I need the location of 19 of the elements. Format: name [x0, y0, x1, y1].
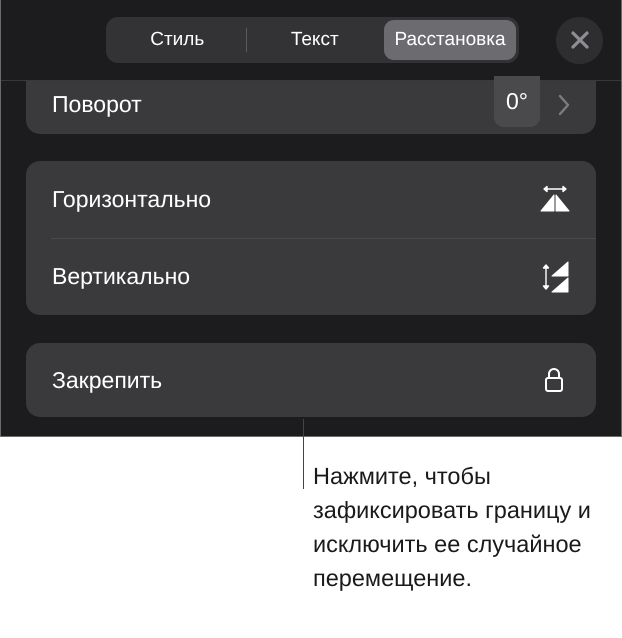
- flip-label: Вертикально: [52, 263, 192, 290]
- rotation-value: 0°: [494, 76, 540, 127]
- leader-line: [303, 419, 304, 489]
- flip-row[interactable]: Горизонтально: [26, 161, 596, 238]
- tab[interactable]: Расстановка: [384, 20, 516, 60]
- lock-icon: [544, 367, 564, 393]
- chevron-icon: [558, 94, 570, 116]
- close-icon: [570, 30, 590, 50]
- flip-vertical-icon: [542, 260, 570, 293]
- callout-text: Нажмите, чтобы зафиксировать границу и исключить ее случайное перемещение.: [313, 462, 592, 593]
- close-button[interactable]: [556, 16, 603, 64]
- tab[interactable]: Стиль: [109, 20, 246, 60]
- flip-horizontal-icon: [540, 185, 570, 214]
- flip-label: Горизонтально: [52, 186, 212, 213]
- rotation-label: Поворот: [52, 91, 143, 118]
- lock-label: Закрепить: [52, 366, 164, 394]
- flip-row[interactable]: Вертикально: [26, 238, 596, 315]
- tab[interactable]: Текст: [246, 20, 383, 60]
- lock-row[interactable]: Закрепить: [26, 343, 596, 417]
